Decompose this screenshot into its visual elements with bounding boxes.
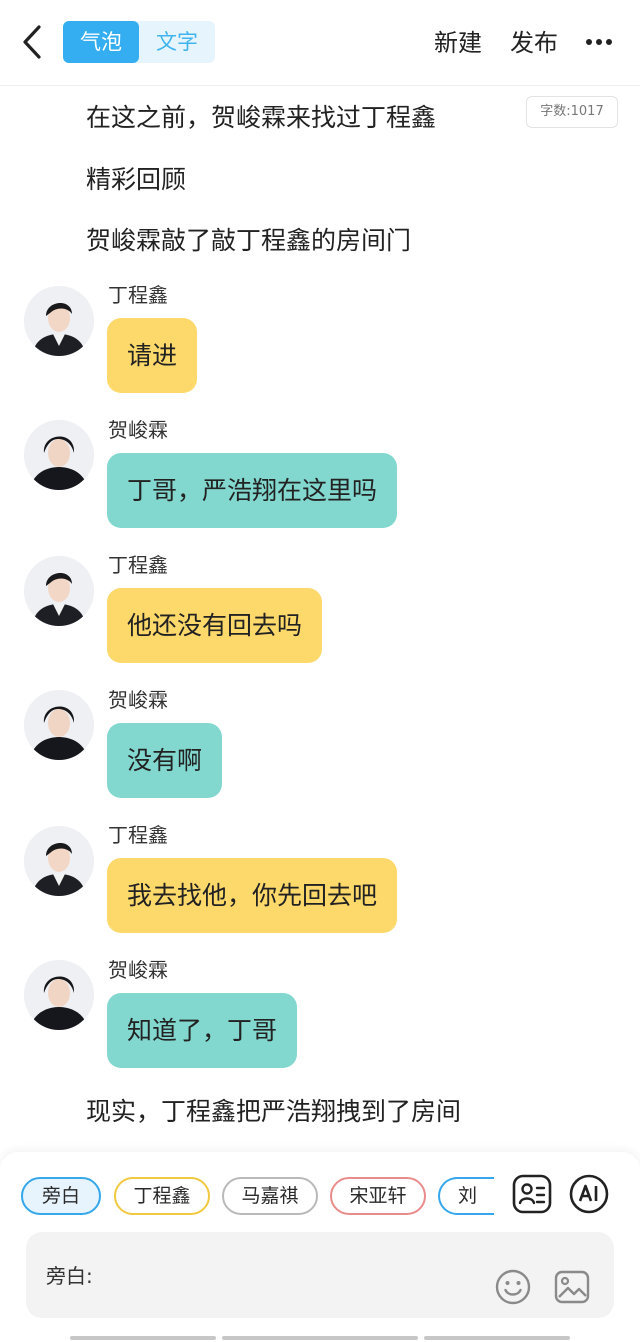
message-bubble[interactable]: 没有啊 xyxy=(107,723,223,798)
new-button[interactable]: 新建 xyxy=(434,26,482,60)
narration-line[interactable]: 贺峻霖敲了敲丁程鑫的房间门 xyxy=(86,223,411,259)
speaker-name: 贺峻霖 xyxy=(108,418,168,442)
scrollbar[interactable] xyxy=(222,1336,418,1340)
publish-button[interactable]: 发布 xyxy=(510,26,558,60)
avatar[interactable] xyxy=(24,286,94,356)
avatar[interactable] xyxy=(24,690,94,760)
person-avatar-icon xyxy=(24,960,94,1030)
person-avatar-icon xyxy=(24,826,94,896)
scrollbar[interactable] xyxy=(424,1336,570,1340)
avatar[interactable] xyxy=(24,556,94,626)
role-chip[interactable]: 宋亚轩 xyxy=(330,1177,426,1215)
person-avatar-icon xyxy=(24,286,94,356)
narration-line[interactable]: 精彩回顾 xyxy=(86,162,186,198)
emoji-icon xyxy=(495,1269,531,1305)
word-count-badge: 字数:1017 xyxy=(526,96,618,128)
more-button[interactable] xyxy=(584,30,614,54)
message-bubble[interactable]: 请进 xyxy=(107,318,198,393)
role-manage-button[interactable] xyxy=(512,1174,552,1214)
person-avatar-icon xyxy=(24,690,94,760)
chevron-left-icon xyxy=(23,25,41,59)
message-bubble[interactable]: 我去找他，你先回去吧 xyxy=(107,858,398,933)
mode-switch: 气泡 文字 xyxy=(63,21,215,63)
avatar[interactable] xyxy=(24,420,94,490)
more-dots-icon xyxy=(586,39,612,45)
emoji-button[interactable] xyxy=(494,1268,532,1306)
narration-line[interactable]: 在这之前，贺峻霖来找过丁程鑫 xyxy=(86,100,436,136)
input-speaker-label: 旁白: xyxy=(46,1264,93,1288)
contact-card-icon xyxy=(512,1174,552,1214)
speaker-name: 贺峻霖 xyxy=(108,958,168,982)
message-bubble[interactable]: 他还没有回去吗 xyxy=(107,588,323,663)
tab-bubble[interactable]: 气泡 xyxy=(63,21,139,63)
back-button[interactable] xyxy=(18,24,48,60)
role-chip[interactable]: 马嘉祺 xyxy=(222,1177,318,1215)
image-button[interactable] xyxy=(553,1268,591,1306)
image-icon xyxy=(554,1270,590,1304)
role-chip[interactable]: 丁程鑫 xyxy=(114,1177,210,1215)
narration-line[interactable]: 现实，丁程鑫把严浩翔拽到了房间 xyxy=(86,1094,461,1130)
ai-icon xyxy=(569,1174,609,1214)
word-count-value: 1017 xyxy=(570,104,604,119)
scrollbar[interactable] xyxy=(70,1336,216,1340)
avatar[interactable] xyxy=(24,826,94,896)
role-chip-narrator[interactable]: 旁白 xyxy=(21,1177,101,1215)
avatar[interactable] xyxy=(24,960,94,1030)
speaker-name: 丁程鑫 xyxy=(108,823,168,847)
ai-button[interactable] xyxy=(569,1174,609,1214)
speaker-name: 丁程鑫 xyxy=(108,553,168,577)
person-avatar-icon xyxy=(24,556,94,626)
tab-text[interactable]: 文字 xyxy=(139,21,215,63)
top-bar: 气泡 文字 新建 发布 xyxy=(0,0,640,86)
speaker-name: 贺峻霖 xyxy=(108,688,168,712)
word-count-label: 字数: xyxy=(540,104,571,119)
speaker-name: 丁程鑫 xyxy=(108,283,168,307)
message-bubble[interactable]: 知道了，丁哥 xyxy=(107,993,298,1068)
role-chip[interactable]: 刘耀 xyxy=(438,1177,494,1215)
person-avatar-icon xyxy=(24,420,94,490)
message-bubble[interactable]: 丁哥，严浩翔在这里吗 xyxy=(107,453,398,528)
